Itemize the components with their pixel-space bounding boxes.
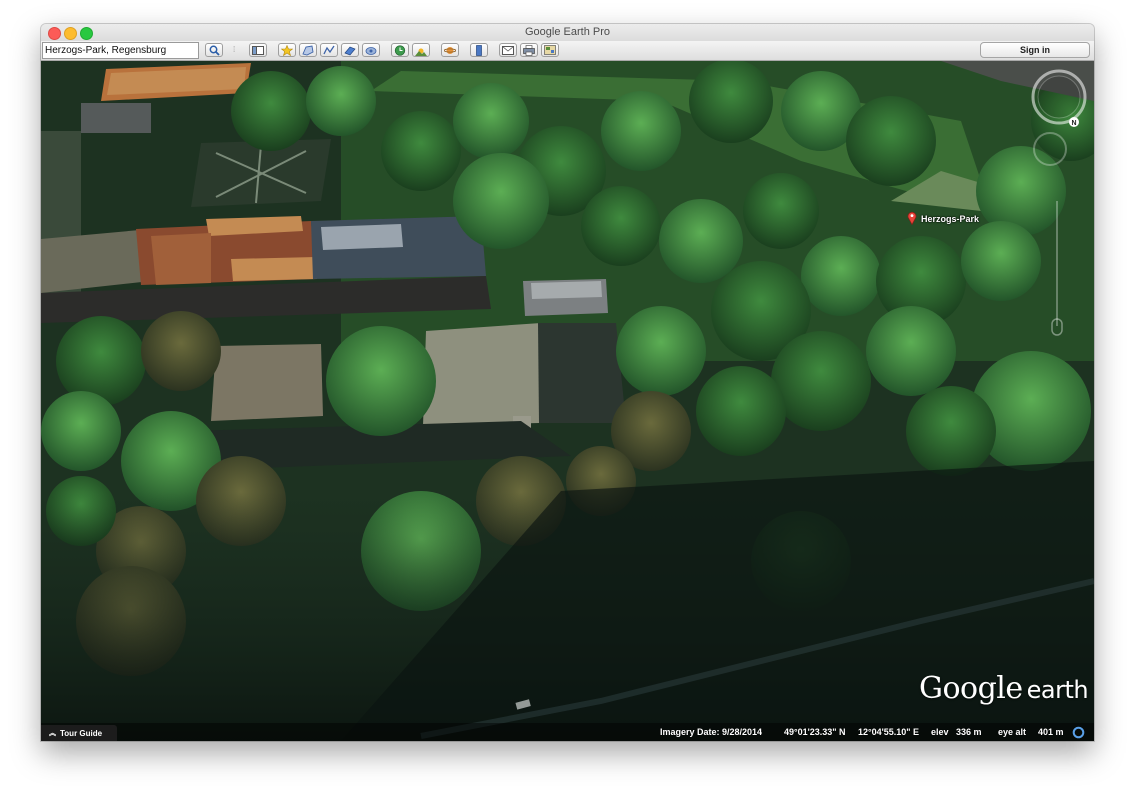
- imagery-date: Imagery Date: 9/28/2014: [660, 727, 763, 737]
- add-path-button[interactable]: [320, 43, 338, 57]
- tour-camera-icon: [365, 46, 377, 55]
- magnifier-icon: [209, 45, 220, 56]
- earth-3d-view[interactable]: Herzogs-Park N Google earth: [41, 61, 1094, 741]
- record-tour-button[interactable]: [362, 43, 380, 57]
- streaming-progress-icon: [1072, 726, 1085, 739]
- google-earth-logo: Google earth: [919, 671, 1089, 706]
- path-icon: [323, 45, 335, 54]
- toolbar: ⁞: [41, 41, 1094, 61]
- tour-guide-button[interactable]: ︽ Tour Guide: [41, 725, 117, 741]
- add-image-overlay-button[interactable]: [341, 43, 359, 57]
- compass-north-label: N: [1071, 120, 1076, 127]
- clock-globe-icon: [394, 44, 406, 56]
- elevation-value: 336 m: [956, 727, 982, 737]
- placemark-pin-icon: [281, 44, 293, 56]
- sidebar-icon: [252, 45, 264, 55]
- longitude-readout: 12°04'55.10" E: [858, 727, 920, 737]
- add-polygon-button[interactable]: [299, 43, 317, 57]
- sunlight-button[interactable]: [412, 43, 430, 57]
- add-placemark-button[interactable]: [278, 43, 296, 57]
- map-view-icon: [544, 45, 556, 55]
- tour-guide-label: Tour Guide: [60, 728, 103, 738]
- window-title: Google Earth Pro: [525, 26, 610, 38]
- chevron-up-icon: ︽: [49, 730, 56, 737]
- placemark-pin-icon[interactable]: [907, 211, 917, 225]
- eye-altitude-label: eye alt: [998, 727, 1027, 737]
- view-in-maps-button[interactable]: [541, 43, 559, 57]
- title-bar[interactable]: Google Earth Pro: [41, 24, 1094, 42]
- image-overlay-icon: [344, 46, 356, 55]
- search-button[interactable]: [205, 43, 223, 57]
- ruler-button[interactable]: [470, 43, 488, 57]
- polygon-icon: [302, 44, 314, 55]
- zoom-slider[interactable]: [1050, 201, 1064, 341]
- ruler-icon: [476, 44, 482, 56]
- sign-in-button[interactable]: Sign in: [980, 42, 1090, 58]
- latitude-readout: 49°01'23.33" N: [784, 727, 846, 737]
- elevation-label: elev: [931, 727, 949, 737]
- google-earth-window: Google Earth Pro ⁞: [41, 24, 1094, 741]
- planet-icon: [444, 46, 456, 54]
- historical-imagery-button[interactable]: [391, 43, 409, 57]
- email-button[interactable]: [499, 43, 517, 57]
- satellite-imagery: [41, 61, 1094, 741]
- navigation-compass[interactable]: N: [1029, 69, 1089, 129]
- search-input[interactable]: [42, 42, 199, 59]
- sidebar-toggle-button[interactable]: [249, 43, 267, 57]
- sunlight-icon: [415, 48, 427, 56]
- placemark-label[interactable]: Herzogs-Park: [921, 214, 979, 224]
- switch-planet-button[interactable]: [441, 43, 459, 57]
- envelope-icon: [502, 45, 514, 55]
- eye-altitude-value: 401 m: [1038, 727, 1064, 737]
- look-joystick[interactable]: [1029, 131, 1089, 171]
- print-button[interactable]: [520, 43, 538, 57]
- toolbar-separator: ⁞: [233, 45, 236, 54]
- printer-icon: [523, 44, 535, 56]
